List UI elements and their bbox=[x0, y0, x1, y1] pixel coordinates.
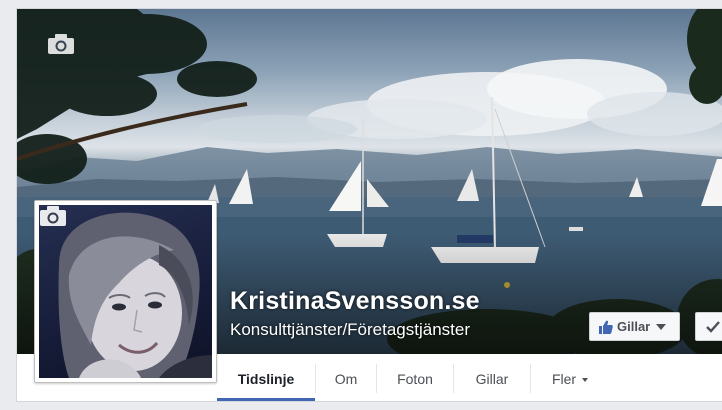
like-button[interactable]: Gillar bbox=[589, 312, 680, 341]
page-category[interactable]: Konsulttjänster/Företagstjänster bbox=[230, 320, 470, 340]
tab-photos[interactable]: Foton bbox=[377, 354, 453, 401]
profile-picture-frame[interactable] bbox=[34, 200, 217, 383]
camera-icon[interactable] bbox=[47, 33, 75, 55]
profile-portrait bbox=[58, 212, 212, 378]
caret-down-icon bbox=[582, 377, 589, 382]
page-tab-bar: Tidslinje Om Foton Gillar Fler bbox=[217, 354, 722, 401]
tab-label: Foton bbox=[397, 370, 433, 387]
page-header-card: KristinaSvensson.se Konsulttjänster/Före… bbox=[16, 8, 722, 402]
checkmark-icon bbox=[706, 321, 720, 333]
tab-more[interactable]: Fler bbox=[531, 354, 609, 401]
tab-label: Tidslinje bbox=[237, 370, 295, 387]
tab-likes[interactable]: Gillar bbox=[454, 354, 530, 401]
like-label: Gillar bbox=[617, 319, 651, 334]
tab-label: Om bbox=[334, 370, 358, 387]
camera-icon[interactable] bbox=[39, 205, 67, 227]
follow-button[interactable] bbox=[695, 312, 722, 341]
tab-label: Gillar bbox=[475, 370, 509, 387]
caret-down-icon bbox=[656, 323, 667, 330]
page-title: KristinaSvensson.se bbox=[230, 287, 480, 315]
tab-label: Fler bbox=[551, 370, 577, 387]
tab-timeline[interactable]: Tidslinje bbox=[217, 354, 315, 401]
tab-about[interactable]: Om bbox=[316, 354, 376, 401]
profile-picture[interactable] bbox=[39, 205, 212, 378]
thumbs-up-icon bbox=[599, 320, 613, 334]
